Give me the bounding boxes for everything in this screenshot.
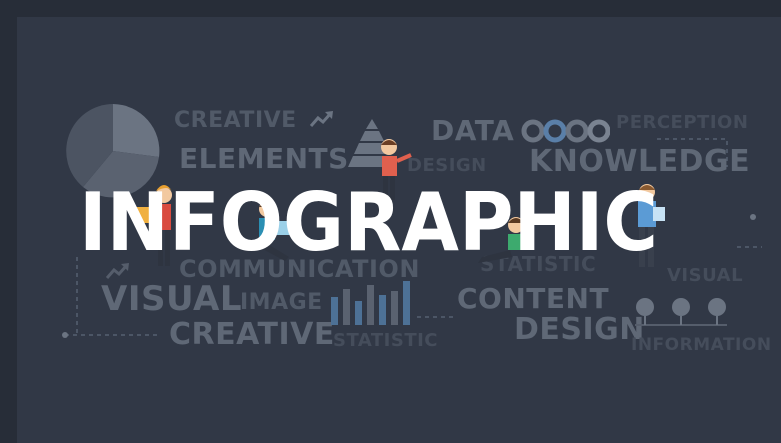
headline-title: INFOGRAPHIC xyxy=(79,176,659,269)
infographic-banner: CREATIVE ELEMENTS DATA PERCEPTION DESIGN… xyxy=(17,17,781,443)
image-frame: CREATIVE ELEMENTS DATA PERCEPTION DESIGN… xyxy=(0,0,781,443)
